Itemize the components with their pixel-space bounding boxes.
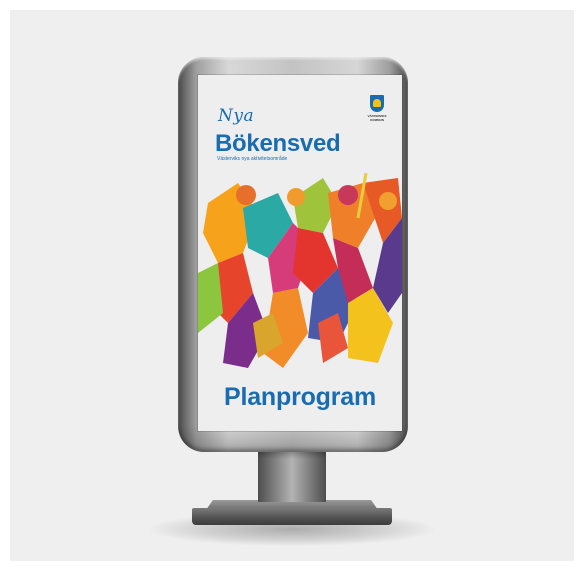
stand-base [192,508,392,525]
logo-text: VÄSTERVIKS KOMMUN [367,114,387,122]
municipality-logo: VÄSTERVIKS KOMMUN [362,95,392,129]
athletes-illustration [198,173,402,368]
poster-prefix: Nya [218,106,255,126]
poster: VÄSTERVIKS KOMMUN Nya Bökensved Västervi… [198,75,402,431]
poster-title: Bökensved [215,130,341,157]
poster-subtitle: Västerviks nya aktivitetsområde [217,156,288,162]
crest-icon [370,95,384,112]
poster-headline: Planprogram [224,383,376,411]
